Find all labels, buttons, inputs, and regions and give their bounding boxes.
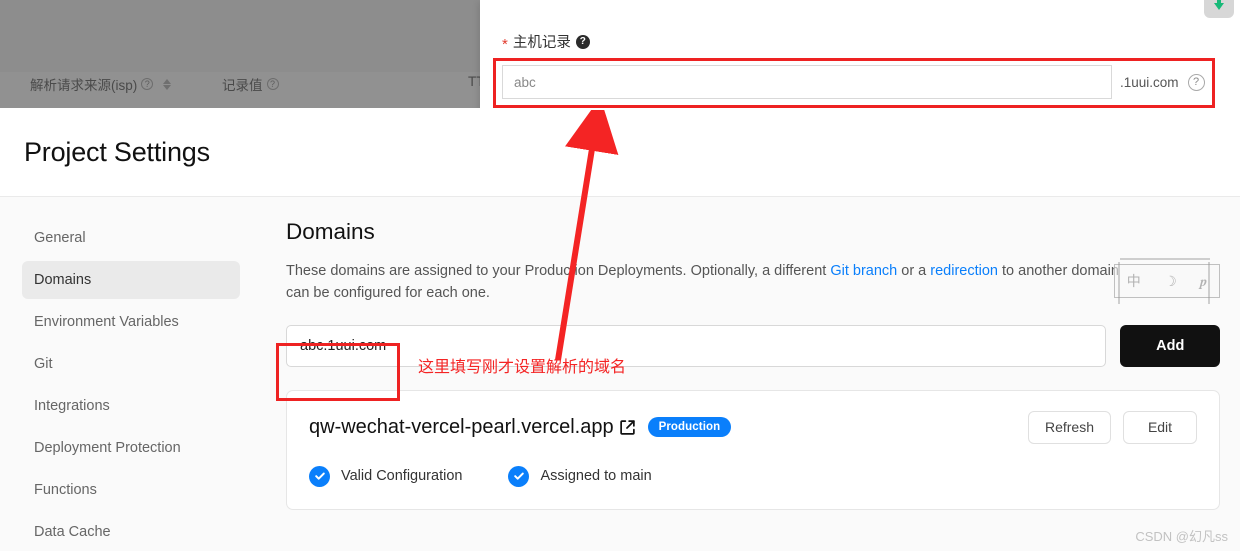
add-domain-button[interactable]: Add xyxy=(1120,324,1220,367)
status-assigned-to-main: Assigned to main xyxy=(508,465,652,487)
sidebar-item-functions[interactable]: Functions xyxy=(22,471,240,509)
sidebar-item-integrations[interactable]: Integrations xyxy=(22,387,240,425)
domain-card-header: qw-wechat-vercel-pearl.vercel.app Produc… xyxy=(309,410,1197,444)
sidebar-item-general[interactable]: General xyxy=(22,219,240,257)
ime-toolbar[interactable]: 中 ☽ 𝆏 xyxy=(1114,264,1220,298)
sidebar-item-data-cache[interactable]: Data Cache xyxy=(22,513,240,551)
required-asterisk-icon: * xyxy=(502,36,508,53)
sidebar-item-label: Data Cache xyxy=(34,524,111,540)
sidebar-item-label: General xyxy=(34,230,86,246)
page-title: Project Settings xyxy=(24,136,210,167)
settings-content: Domains These domains are assigned to yo… xyxy=(262,197,1240,551)
host-record-label: * 主机记录 ? xyxy=(502,31,590,52)
ime-decoration-line xyxy=(1118,262,1120,304)
ime-decoration-line xyxy=(1208,262,1210,304)
sidebar-item-label: Integrations xyxy=(34,398,110,414)
project-settings-window: Project Settings General Domains Environ… xyxy=(0,108,1240,551)
screenshot-root: 解析请求来源(isp) ? 记录值 ? TT * 主机记录 ? .1uui.co… xyxy=(0,0,1240,551)
window-header: Project Settings xyxy=(0,108,1240,197)
question-mark-filled-icon[interactable]: ? xyxy=(575,34,590,49)
domain-card-actions: Refresh Edit xyxy=(1027,410,1197,444)
domain-suffix-label: .1uui.com xyxy=(1120,74,1179,90)
status-valid-configuration: Valid Configuration xyxy=(309,465,463,487)
description-text-1: These domains are assigned to your Produ… xyxy=(286,263,831,279)
external-link-icon[interactable] xyxy=(619,419,636,436)
sidebar-item-domains[interactable]: Domains xyxy=(22,261,240,299)
settings-sidebar: General Domains Environment Variables Gi… xyxy=(0,197,262,551)
sidebar-item-git[interactable]: Git xyxy=(22,345,240,383)
domain-input[interactable] xyxy=(286,324,1107,367)
download-button[interactable] xyxy=(1204,0,1234,18)
sort-toggle-icon[interactable] xyxy=(163,78,172,90)
section-description: These domains are assigned to your Produ… xyxy=(286,261,1132,305)
annotation-note-domain: 这里填写刚才设置解析的域名 xyxy=(418,359,627,376)
host-record-input[interactable] xyxy=(502,65,1112,99)
ime-glyph-moon-icon[interactable]: ☽ xyxy=(1164,273,1177,290)
sidebar-item-label: Git xyxy=(34,356,53,372)
dns-column-isp[interactable]: 解析请求来源(isp) ? xyxy=(30,74,172,94)
dns-record-panel: * 主机记录 ? .1uui.com ? xyxy=(480,0,1240,110)
status-label: Assigned to main xyxy=(540,468,652,484)
sidebar-item-environment-variables[interactable]: Environment Variables xyxy=(22,303,240,341)
sidebar-item-label: Deployment Protection xyxy=(34,440,181,456)
sidebar-item-deployment-protection[interactable]: Deployment Protection xyxy=(22,429,240,467)
redirection-link[interactable]: redirection xyxy=(930,263,998,279)
domain-card: qw-wechat-vercel-pearl.vercel.app Produc… xyxy=(286,389,1220,510)
edit-button[interactable]: Edit xyxy=(1123,410,1197,444)
host-record-field-row: .1uui.com ? xyxy=(502,62,1214,102)
dns-column-isp-label: 解析请求来源(isp) xyxy=(30,78,138,93)
refresh-button[interactable]: Refresh xyxy=(1027,410,1111,444)
status-label: Valid Configuration xyxy=(341,468,463,484)
help-icon[interactable]: ? xyxy=(141,78,154,90)
sidebar-item-label: Environment Variables xyxy=(34,314,179,330)
git-branch-link[interactable]: Git branch xyxy=(830,263,897,279)
description-text-2: or a xyxy=(897,263,931,279)
help-icon[interactable]: ? xyxy=(266,78,279,90)
ime-glyph-chinese[interactable]: 中 xyxy=(1127,271,1141,291)
domain-status-row: Valid Configuration Assigned to main xyxy=(309,465,1197,487)
domain-name[interactable]: qw-wechat-vercel-pearl.vercel.app xyxy=(309,416,614,439)
status-badge: Production xyxy=(647,417,732,437)
dns-column-record-value-label: 记录值 xyxy=(222,78,263,93)
sidebar-item-label: Functions xyxy=(34,482,97,498)
download-arrow-icon xyxy=(1213,0,1225,10)
ime-decoration-line xyxy=(1120,258,1210,260)
ime-glyph-tool-icon[interactable]: 𝆏 xyxy=(1200,273,1207,290)
dns-column-record-value[interactable]: 记录值 ? xyxy=(222,74,279,94)
check-circle-icon xyxy=(508,465,530,487)
sidebar-item-label: Domains xyxy=(34,272,92,288)
watermark: CSDN @幻凡ss xyxy=(1135,529,1228,544)
check-circle-icon xyxy=(309,465,330,487)
question-mark-circle-icon[interactable]: ? xyxy=(1187,73,1205,91)
section-title: Domains xyxy=(286,219,375,244)
host-record-label-text: 主机记录 xyxy=(512,35,571,51)
